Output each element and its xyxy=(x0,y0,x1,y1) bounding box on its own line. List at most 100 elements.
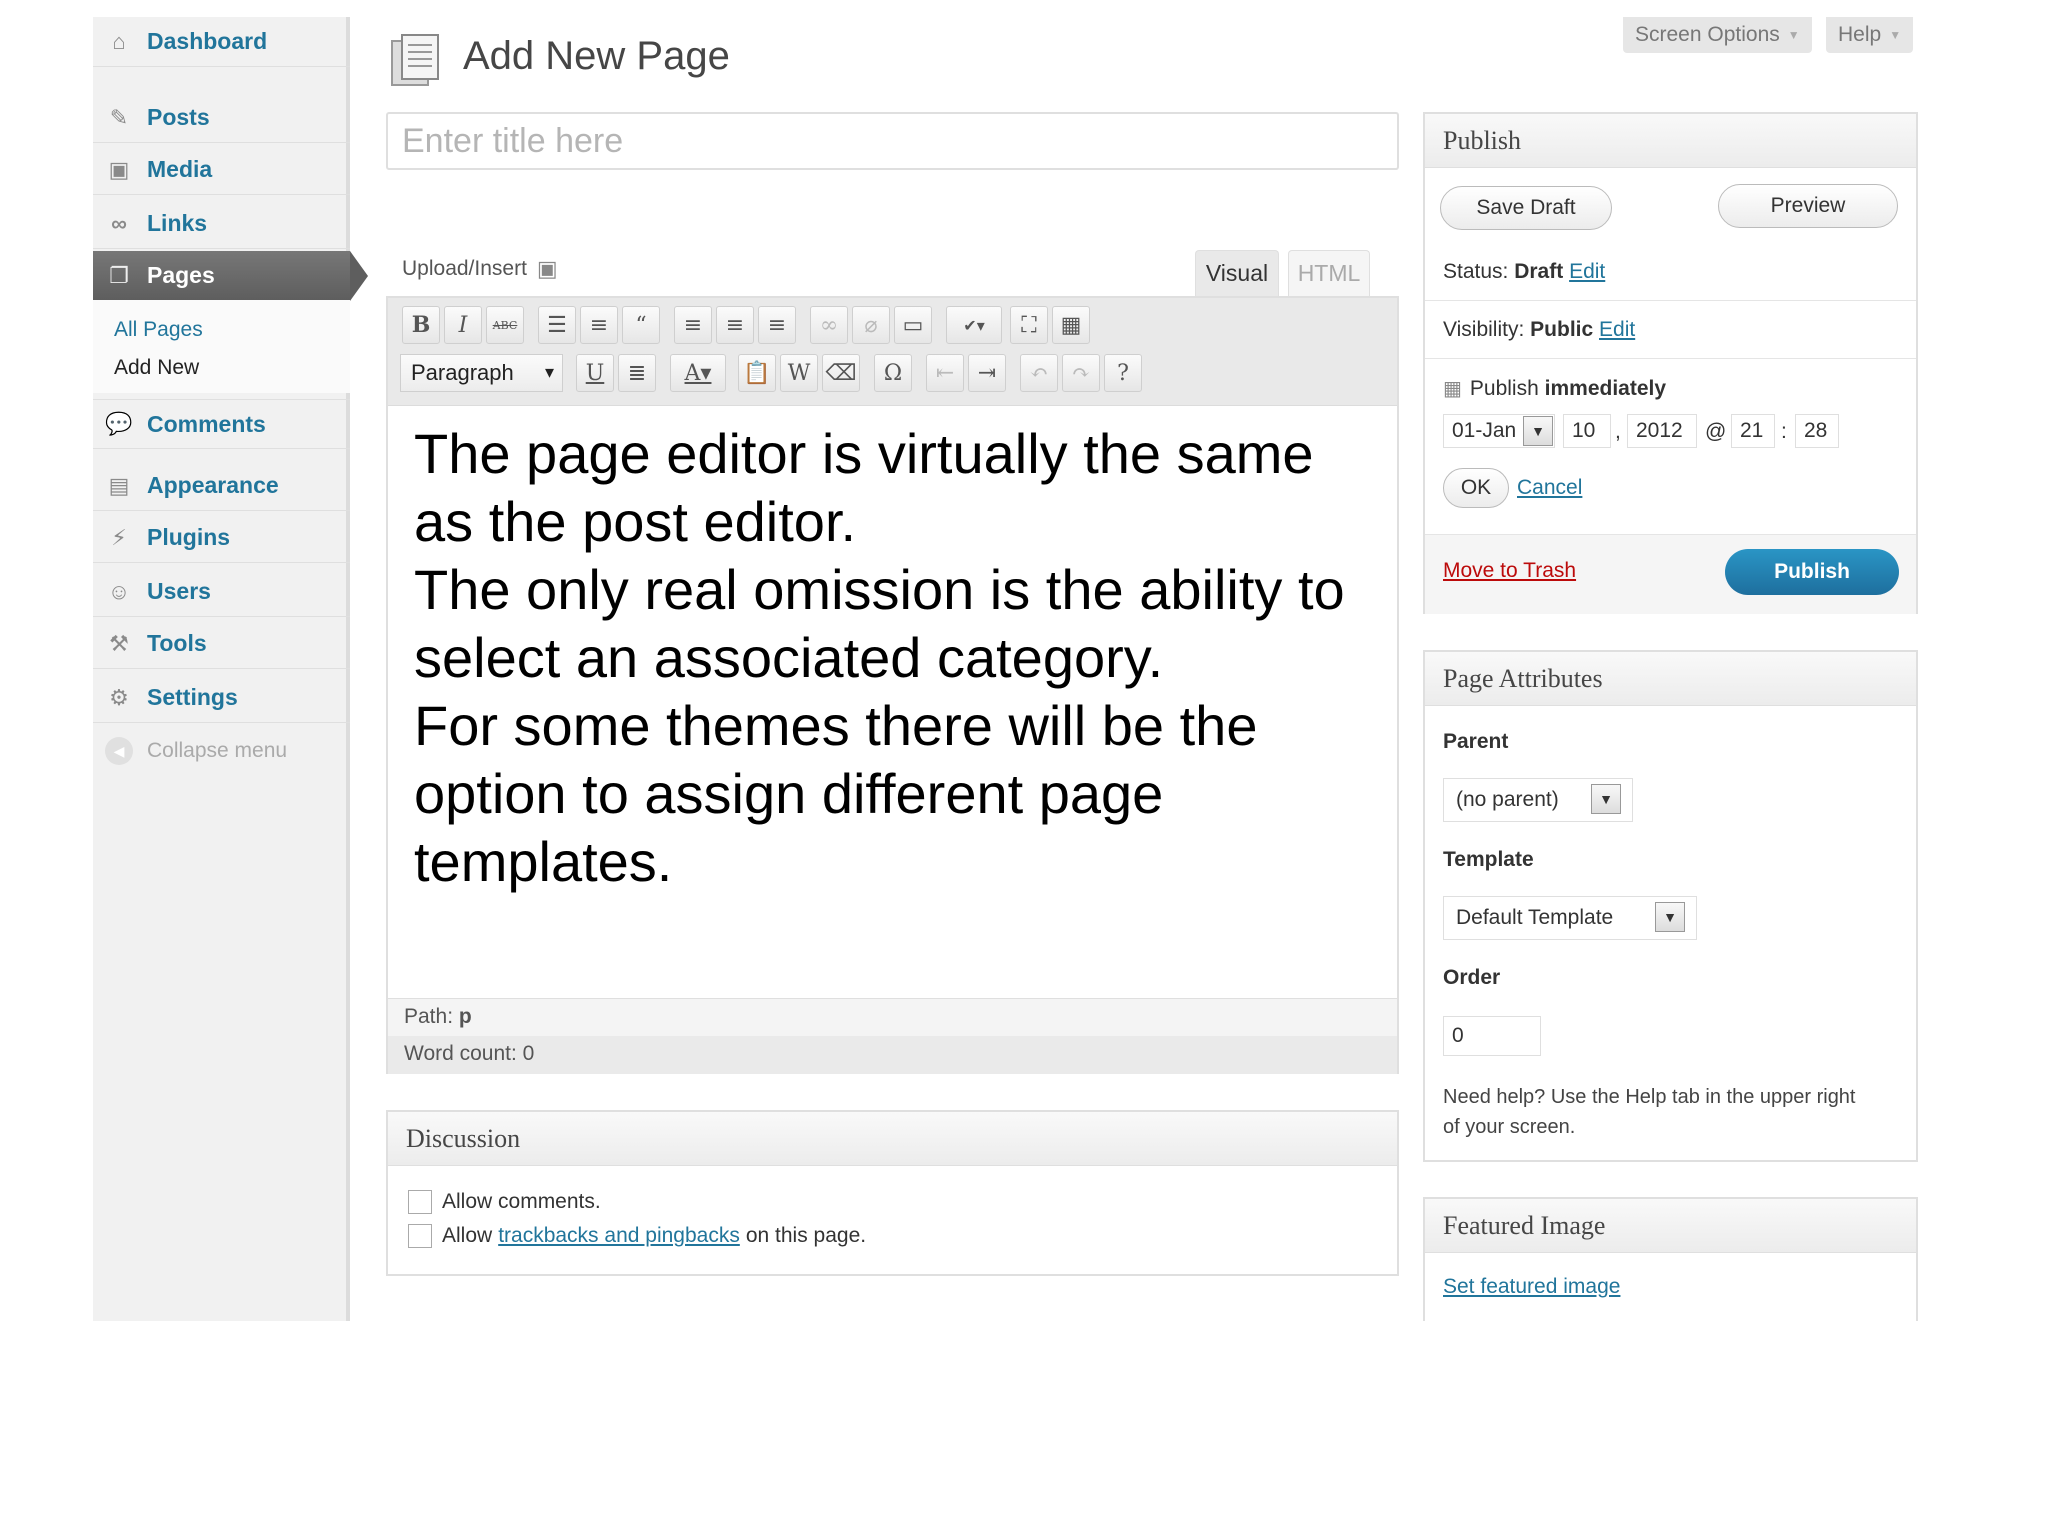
move-to-trash-link[interactable]: Move to Trash xyxy=(1443,559,1576,583)
minute-input[interactable]: 28 xyxy=(1795,414,1839,448)
ok-button[interactable]: OK xyxy=(1443,468,1509,508)
kitchen-sink-icon[interactable]: ▦ xyxy=(1052,306,1090,344)
menu-settings-label: Settings xyxy=(147,684,238,710)
path-value[interactable]: p xyxy=(459,1005,472,1028)
underline-icon[interactable]: U xyxy=(576,354,614,392)
menu-comments[interactable]: 💬 Comments xyxy=(93,399,350,449)
menu-pages[interactable]: ❐ Pages xyxy=(93,251,368,301)
tab-html[interactable]: HTML xyxy=(1288,250,1370,296)
title-input[interactable] xyxy=(386,112,1399,170)
fullscreen-icon[interactable]: ⛶ xyxy=(1010,306,1048,344)
chevron-down-icon[interactable]: ▼ xyxy=(1655,902,1685,932)
submenu-all-pages[interactable]: All Pages xyxy=(114,318,203,342)
featured-image-title[interactable]: Featured Image xyxy=(1425,1199,1916,1253)
menu-settings[interactable]: ⚙ Settings xyxy=(93,673,350,723)
outdent-icon[interactable]: ⇤ xyxy=(926,354,964,392)
menu-tools[interactable]: ⚒ Tools xyxy=(93,619,350,669)
tools-icon: ⚒ xyxy=(109,630,129,656)
day-input[interactable]: 10 xyxy=(1563,414,1611,448)
format-select[interactable]: Paragraph ▾ xyxy=(400,354,563,392)
discussion-title[interactable]: Discussion xyxy=(388,1112,1397,1166)
menu-appearance[interactable]: ▤ Appearance xyxy=(93,461,350,511)
status-row: Status: Draft Edit xyxy=(1443,260,1605,284)
save-draft-button[interactable]: Save Draft xyxy=(1440,186,1612,230)
upload-insert[interactable]: Upload/Insert ▣ xyxy=(402,256,558,282)
page-attributes-title[interactable]: Page Attributes xyxy=(1425,652,1916,706)
menu-users[interactable]: ☺ Users xyxy=(93,567,350,617)
at-sign: @ xyxy=(1705,420,1727,443)
editor-toolbar: B I ABC ☰ ≡ “ ≡ ≡ ≡ ∞ ⌀ ▭ ✔▾ ⛶ ▦ Paragra… xyxy=(388,298,1397,406)
italic-icon[interactable]: I xyxy=(444,306,482,344)
allow-pings-suffix: on this page. xyxy=(745,1224,867,1247)
date-comma: , xyxy=(1615,420,1621,443)
year-input[interactable]: 2012 xyxy=(1627,414,1697,448)
allow-pings-checkbox[interactable] xyxy=(408,1224,432,1248)
paste-word-icon[interactable]: W xyxy=(780,354,818,392)
unlink-icon[interactable]: ⌀ xyxy=(852,306,890,344)
collapse-menu-button[interactable]: ◀ Collapse menu xyxy=(105,737,287,765)
blockquote-icon[interactable]: “ xyxy=(622,306,660,344)
strikethrough-icon[interactable]: ABC xyxy=(486,306,524,344)
indent-icon[interactable]: ⇥ xyxy=(968,354,1006,392)
status-edit-link[interactable]: Edit xyxy=(1569,260,1605,283)
word-count: Word count: 0 xyxy=(388,1036,1397,1074)
text-color-icon[interactable]: A▾ xyxy=(670,354,726,392)
menu-appearance-label: Appearance xyxy=(147,472,279,498)
pages-icon: ❐ xyxy=(109,262,129,288)
tab-visual[interactable]: Visual xyxy=(1195,250,1279,296)
hour-input[interactable]: 21 xyxy=(1731,414,1775,448)
word-count-label: Word count: 0 xyxy=(404,1042,535,1065)
editor: B I ABC ☰ ≡ “ ≡ ≡ ≡ ∞ ⌀ ▭ ✔▾ ⛶ ▦ Paragra… xyxy=(386,296,1399,1074)
menu-links[interactable]: ∞ Links xyxy=(93,199,350,249)
help-icon[interactable]: ? xyxy=(1104,354,1142,392)
order-input[interactable]: 0 xyxy=(1443,1016,1541,1056)
parent-label: Parent xyxy=(1443,730,1509,753)
chevron-down-icon[interactable]: ▼ xyxy=(1523,416,1553,446)
chevron-down-icon[interactable]: ▼ xyxy=(1591,784,1621,814)
spellcheck-icon[interactable]: ✔▾ xyxy=(946,306,1002,344)
cancel-link[interactable]: Cancel xyxy=(1517,476,1582,500)
publish-title[interactable]: Publish xyxy=(1425,114,1916,168)
preview-button[interactable]: Preview xyxy=(1718,184,1898,228)
visibility-edit-link[interactable]: Edit xyxy=(1599,318,1635,341)
align-right-icon[interactable]: ≡ xyxy=(758,306,796,344)
screen-options-button[interactable]: Screen Options ▼ xyxy=(1623,17,1812,53)
insert-link-icon[interactable]: ∞ xyxy=(810,306,848,344)
undo-icon[interactable]: ↶ xyxy=(1020,354,1058,392)
menu-dashboard[interactable]: ⌂ Dashboard xyxy=(93,17,350,67)
allow-pings-prefix: Allow xyxy=(442,1224,493,1247)
more-tag-icon[interactable]: ▭ xyxy=(894,306,932,344)
menu-posts[interactable]: ✎ Posts xyxy=(93,93,350,143)
set-featured-image-link[interactable]: Set featured image xyxy=(1443,1275,1620,1299)
numbered-list-icon[interactable]: ≡ xyxy=(580,306,618,344)
align-left-icon[interactable]: ≡ xyxy=(674,306,712,344)
trackbacks-link[interactable]: trackbacks and pingbacks xyxy=(498,1224,740,1248)
plug-icon: ⚡ xyxy=(111,524,127,550)
schedule-row: ▦ Publish immediately xyxy=(1443,376,1666,401)
redo-icon[interactable]: ↷ xyxy=(1062,354,1100,392)
menu-media[interactable]: ▣ Media xyxy=(93,145,350,195)
help-button[interactable]: Help ▼ xyxy=(1826,17,1914,53)
content-line: The page editor is virtually the same xyxy=(414,422,1314,485)
clear-formatting-icon[interactable]: ⌫ xyxy=(822,354,860,392)
users-icon: ☺ xyxy=(107,578,131,604)
align-center-icon[interactable]: ≡ xyxy=(716,306,754,344)
collapse-arrow-icon: ◀ xyxy=(105,737,133,765)
editor-content[interactable]: The page editor is virtually the same as… xyxy=(414,420,1374,896)
menu-links-label: Links xyxy=(147,210,208,236)
bullet-list-icon[interactable]: ☰ xyxy=(538,306,576,344)
chain-link-icon: ∞ xyxy=(111,210,127,236)
allow-comments-checkbox[interactable] xyxy=(408,1190,432,1214)
status-label: Status: xyxy=(1443,260,1509,283)
add-media-icon[interactable]: ▣ xyxy=(537,256,558,282)
special-character-icon[interactable]: Ω xyxy=(874,354,912,392)
menu-users-label: Users xyxy=(147,578,211,604)
paste-text-icon[interactable]: 📋 xyxy=(738,354,776,392)
bold-icon[interactable]: B xyxy=(402,306,440,344)
admin-sidebar: ⌂ Dashboard ✎ Posts ▣ Media ∞ Links ❐ Pa… xyxy=(93,17,368,1321)
publish-button[interactable]: Publish xyxy=(1725,549,1899,595)
submenu-add-new[interactable]: Add New xyxy=(114,356,199,380)
menu-plugins[interactable]: ⚡ Plugins xyxy=(93,513,350,563)
justify-icon[interactable]: ≣ xyxy=(618,354,656,392)
path-bar: Path: p xyxy=(388,998,1397,1036)
